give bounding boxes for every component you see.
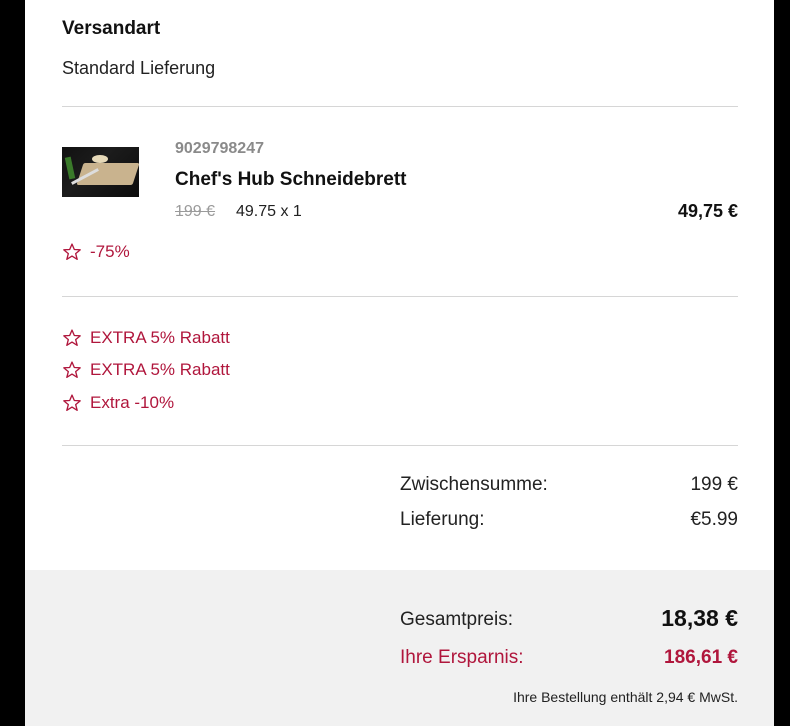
promotion-item: EXTRA 5% Rabatt: [62, 360, 230, 380]
promotion-label: Extra -10%: [90, 393, 175, 412]
product-discount-label: -75%: [90, 242, 130, 261]
product-unit-price-quantity: 49.75 x 1: [236, 203, 302, 220]
delivery-value: €5.99: [690, 509, 738, 530]
product-old-price: 199 €: [175, 203, 216, 220]
total-price-value: 18,38 €: [661, 605, 738, 631]
promotion-label: EXTRA 5% Rabatt: [90, 360, 230, 379]
product-discount-badge: -75%: [62, 242, 130, 262]
promotion-item: Extra -10%: [62, 393, 174, 413]
star-icon: [63, 329, 81, 346]
product-image[interactable]: [62, 147, 139, 197]
total-price-label: Gesamtpreis:: [400, 609, 513, 630]
subtotal-label: Zwischensumme:: [400, 474, 548, 495]
shipping-method: Standard Lieferung: [62, 58, 216, 78]
divider: [62, 445, 738, 446]
savings-value: 186,61 €: [664, 647, 738, 668]
subtotal-value: 199 €: [690, 474, 738, 495]
promotion-label: EXTRA 5% Rabatt: [90, 328, 230, 347]
divider: [62, 106, 738, 107]
order-summary-panel: Versandart Standard Lieferung 9029798247…: [25, 0, 774, 726]
product-line-total: 49,75 €: [677, 201, 738, 221]
delivery-label: Lieferung:: [400, 509, 485, 530]
shipping-section-title: Versandart: [62, 18, 161, 39]
product-name[interactable]: Chef's Hub Schneidebrett: [175, 169, 407, 191]
star-icon: [63, 361, 81, 378]
herb-graphic: [64, 156, 76, 180]
star-icon: [63, 394, 81, 411]
vat-note: Ihre Bestellung enthält 2,94 € MwSt.: [513, 689, 738, 705]
bowl-graphic: [92, 155, 108, 163]
savings-label: Ihre Ersparnis:: [400, 647, 524, 668]
star-icon: [63, 243, 81, 260]
divider: [62, 296, 738, 297]
product-sku: 9029798247: [175, 140, 264, 157]
promotion-item: EXTRA 5% Rabatt: [62, 328, 230, 348]
